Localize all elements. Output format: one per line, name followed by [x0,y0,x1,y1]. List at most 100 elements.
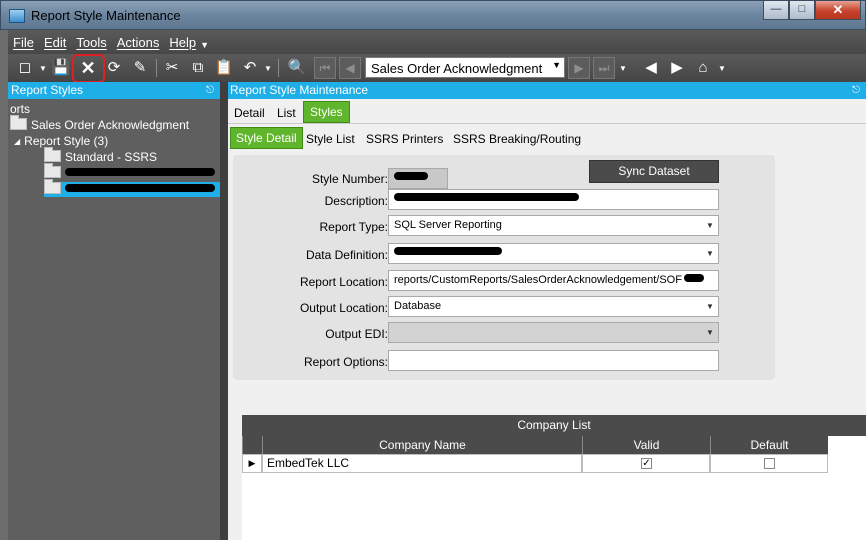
maximize-button[interactable]: □ [789,1,815,20]
tree-node-sales-order[interactable]: Sales Order Acknowledgment [10,115,190,132]
pin-icon[interactable]: ⎋ [852,82,860,99]
menu-help[interactable]: Help [169,35,196,50]
default-cell[interactable] [710,454,828,473]
clear-icon[interactable]: ✎ [129,57,151,79]
tab-style-detail[interactable]: Style Detail [230,127,303,149]
tree-node-report-style[interactable]: ◢ Report Style (3) [14,134,108,148]
forward-icon[interactable]: ▶ [666,57,688,79]
table-row[interactable]: EmbedTek LLC [262,454,582,473]
style-number-field[interactable] [388,168,448,189]
save-icon[interactable]: 💾 [50,57,72,79]
last-record-button[interactable]: ⏭ [593,57,615,79]
tab-ssrs-breaking-routing[interactable]: SSRS Breaking/Routing [453,132,581,146]
chevron-down-icon[interactable]: ▼ [702,297,718,316]
company-list-grid: Company List Company Name Valid Default … [242,415,866,540]
expand-icon[interactable]: ◢ [14,137,20,146]
paste-icon[interactable]: 📋 [213,57,235,79]
tab-detail[interactable]: Detail [234,106,265,120]
sub-tabs: Style Detail Style List SSRS Printers SS… [228,125,866,150]
valid-cell[interactable]: ✓ [582,454,710,473]
close-window-button[interactable]: ✕ [815,1,861,20]
nav-dropdown-icon[interactable]: ▼ [619,64,627,73]
left-panel-title: Report Styles [11,83,84,97]
tree-node-redacted-selected[interactable] [44,179,220,197]
menu-tools[interactable]: Tools [76,35,106,50]
window-title: Report Style Maintenance [31,8,181,23]
column-valid[interactable]: Valid [582,436,710,454]
column-default[interactable]: Default [710,436,828,454]
chevron-down-icon[interactable]: ▼ [552,60,561,70]
tab-ssrs-printers[interactable]: SSRS Printers [366,132,443,146]
chevron-down-icon: ▼ [706,328,714,337]
report-style-maintenance-panel: Detail List Styles Style Detail Style Li… [228,99,866,540]
undo-icon[interactable]: ↶ [239,57,261,79]
home-dropdown-icon[interactable]: ▼ [718,64,726,73]
menu-edit[interactable]: Edit [44,35,66,50]
output-location-value: Database [394,300,442,312]
next-record-button[interactable]: ▶ [568,57,590,79]
sync-dataset-button[interactable]: Sync Dataset [589,160,719,183]
pin-icon[interactable]: ⎋ [206,82,214,99]
new-icon[interactable]: ◻ [14,57,36,79]
redaction-mark [394,247,502,255]
search-icon[interactable]: 🔍 [286,57,308,79]
column-company-name[interactable]: Company Name [262,436,582,454]
title-bar: Report Style Maintenance — □ ✕ [0,0,866,30]
back-icon[interactable]: ◀ [640,57,662,79]
minimize-button[interactable]: — [763,1,789,20]
tab-styles[interactable]: Styles [303,101,350,123]
app-icon [9,9,25,23]
report-location-field[interactable]: reports/CustomReports/SalesOrderAcknowle… [388,270,719,291]
menu-file[interactable]: File [13,35,34,50]
first-record-button[interactable]: ⏮ [314,57,336,79]
tab-list[interactable]: List [277,106,296,120]
menu-bar: File Edit Tools Actions Help ▼ [8,30,866,54]
description-field[interactable] [388,189,719,210]
data-definition-label: Data Definition: [305,248,388,262]
report-location-label: Report Location: [299,275,388,289]
chevron-down-icon[interactable]: ▼ [702,216,718,235]
undo-dropdown-icon[interactable]: ▼ [264,64,272,73]
menu-actions[interactable]: Actions [117,35,160,50]
tree-root[interactable]: orts [10,102,30,116]
data-definition-select[interactable]: ▼ [388,243,719,264]
toolbar: ◻ ▼ 💾 ✕ ⟳ ✎ ✂ ⧉ 📋 ↶ ▼ 🔍 ⏮ ◀ Sales Order … [8,54,866,83]
panel-splitter[interactable] [220,82,228,540]
report-combo-value: Sales Order Acknowledgment [371,61,543,76]
folder-icon [44,179,61,194]
redaction-mark [65,184,215,192]
output-edi-label: Output EDI: [325,327,388,341]
redaction-mark [394,172,428,180]
output-location-label: Output Location: [299,301,388,315]
home-icon[interactable]: ⌂ [692,57,714,79]
tree-node-label: Report Style (3) [24,134,109,148]
folder-icon [10,115,27,130]
report-type-select[interactable]: SQL Server Reporting ▼ [388,215,719,236]
cut-icon[interactable]: ✂ [161,57,183,79]
copy-icon[interactable]: ⧉ [187,57,209,79]
refresh-icon[interactable]: ⟳ [103,57,125,79]
default-checkbox[interactable] [764,458,775,469]
output-location-select[interactable]: Database ▼ [388,296,719,317]
redaction-mark [65,168,215,176]
valid-checkbox[interactable]: ✓ [641,458,652,469]
new-dropdown-icon[interactable]: ▼ [39,64,47,73]
previous-record-button[interactable]: ◀ [339,57,361,79]
company-name-cell: EmbedTek LLC [267,456,350,470]
report-options-field[interactable] [388,350,719,371]
left-panel-header: Report Styles ⎋ [8,82,220,99]
tree-node-label: Sales Order Acknowledgment [31,118,190,132]
report-type-label: Report Type: [319,220,388,234]
report-combo[interactable]: Sales Order Acknowledgment ▼ [365,57,565,78]
toolbar-separator [156,59,157,77]
tab-style-list[interactable]: Style List [306,132,355,146]
report-location-value: reports/CustomReports/SalesOrderAcknowle… [394,274,682,286]
toolbar-separator [278,59,279,77]
row-selector-icon[interactable]: ▶ [242,454,262,473]
tree-node-standard-ssrs[interactable]: Standard - SSRS [44,147,157,164]
menu-overflow-icon[interactable]: ▼ [200,40,209,50]
main-frame: File Edit Tools Actions Help ▼ ◻ ▼ 💾 ✕ ⟳… [8,30,866,540]
window-controls: — □ ✕ [763,1,861,20]
tree-node-redacted-1[interactable] [44,163,215,180]
chevron-down-icon[interactable]: ▼ [702,244,718,263]
